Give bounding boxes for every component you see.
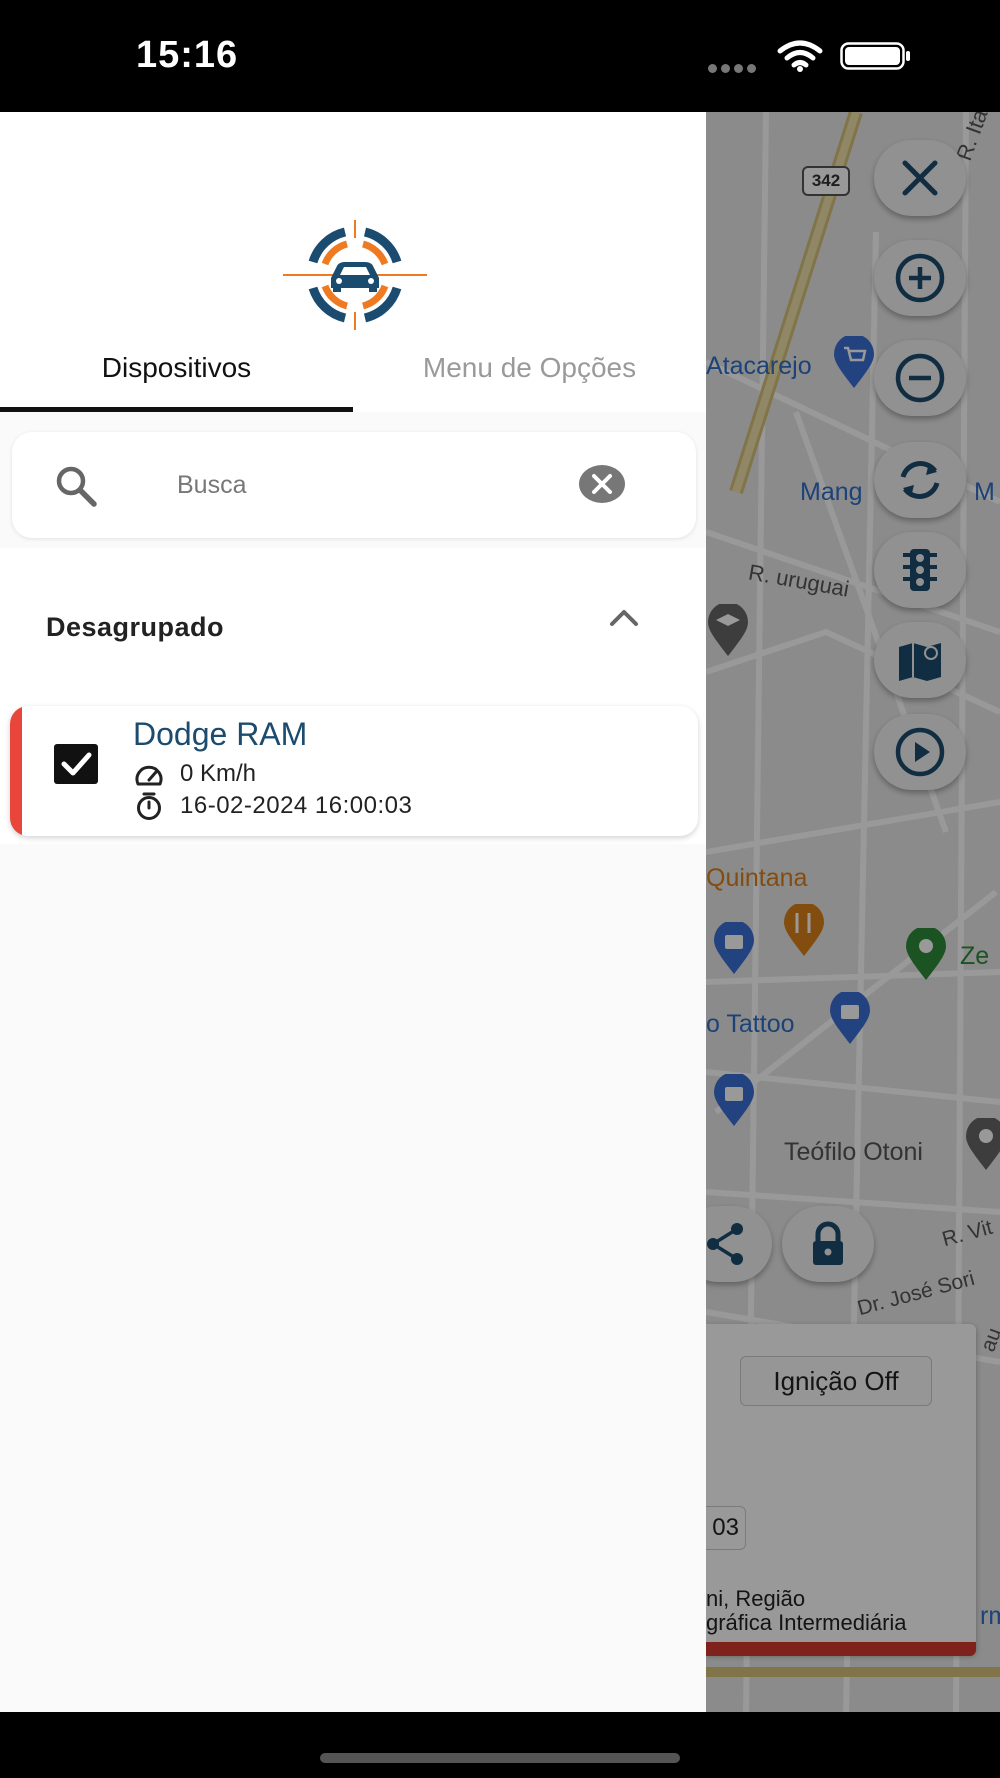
tab-menu-de-opcoes[interactable]: Menu de Opções [353,342,706,412]
drawer-tabs: Dispositivos Menu de Opções [0,342,706,412]
map-view[interactable]: R. Ita 342 Atacarejo Mang M R. uruguai Q… [706,112,1000,1712]
battery-icon [840,42,910,70]
checkmark-icon [61,752,92,776]
device-timestamp: 16-02-2024 16:00:03 [180,792,413,819]
timer-icon [137,792,161,820]
drawer-header: Dispositivos Menu de Opções [0,112,706,412]
screen: 15:16 R. Ita 342 Atacarejo Mang M R. uru… [0,0,1000,1778]
drawer-scrim[interactable] [706,112,1000,1712]
search-icon [56,466,97,507]
active-tab-indicator [0,407,353,412]
search-box [12,432,696,538]
tab-dispositivos[interactable]: Dispositivos [0,342,353,412]
navigation-drawer: Dispositivos Menu de Opções Desagrupado [0,112,706,1712]
clear-search-icon[interactable] [578,464,626,504]
device-status-stripe [10,706,22,836]
device-name: Dodge RAM [133,716,308,752]
chevron-up-icon[interactable] [604,602,644,632]
status-time: 15:16 [136,34,239,76]
wifi-icon [777,40,823,72]
device-card[interactable]: Dodge RAM 0 Km/h 16-02-2024 16:00:03 [10,706,698,836]
search-input[interactable] [177,462,557,508]
group-title[interactable]: Desagrupado [46,612,224,643]
speedometer-icon [135,765,163,786]
bottom-bar [0,1712,1000,1778]
device-checkbox[interactable] [54,744,98,784]
cellular-signal-icon [708,60,762,73]
app-logo [283,220,427,330]
home-indicator[interactable] [320,1753,680,1763]
device-speed: 0 Km/h [180,760,257,787]
status-bar: 15:16 [0,0,1000,112]
